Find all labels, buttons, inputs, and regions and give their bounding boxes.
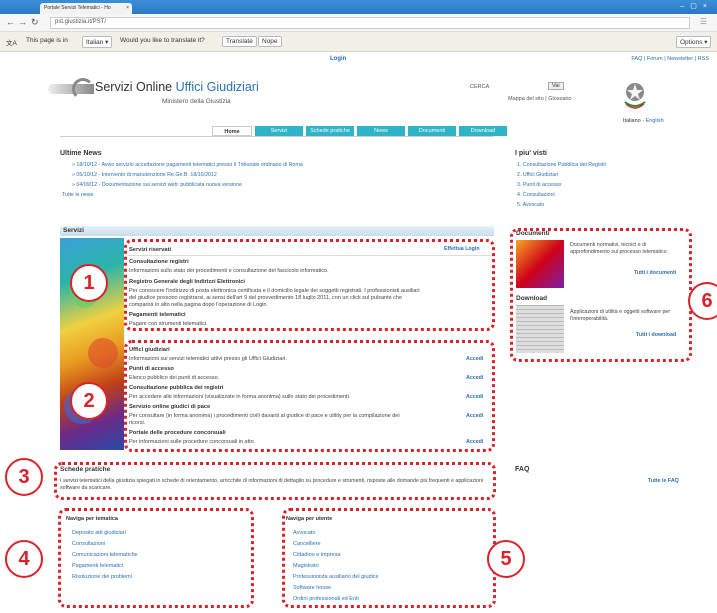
translate-bar: 文A This page is in Italian ▾ Would you l… xyxy=(0,32,717,52)
main-menu: Home Servizi Schede pratiche News Docume… xyxy=(212,126,510,136)
popular-title: I piu' visti xyxy=(515,150,548,157)
annotation-box-6 xyxy=(510,228,692,362)
translate-icon: 文A xyxy=(6,40,17,47)
popular-item[interactable]: 3. Punti di accesso xyxy=(517,182,561,188)
annotation-box-2 xyxy=(124,340,495,452)
annotation-box-3 xyxy=(54,462,496,500)
popular-item[interactable]: 2. Uffici Giudiziari xyxy=(517,172,558,178)
site-links[interactable]: Mappa del sito | Glossario xyxy=(508,96,572,102)
tab-title: Portale Servizi Telematici - Ho xyxy=(44,5,111,11)
lang-it[interactable]: Italiano xyxy=(623,118,641,124)
annotation-number-6: 6 xyxy=(688,282,717,320)
translate-prefix: This page is in xyxy=(26,37,68,44)
annotation-box-4 xyxy=(58,508,254,608)
logo-subtitle: Ministero della Giustizia xyxy=(162,98,231,105)
logo-highlight: Uffici Giudiziari xyxy=(175,80,259,94)
popular-item[interactable]: 4. Consultazioni xyxy=(517,192,555,198)
site-logo[interactable]: Servizi Online Uffici Giudiziari xyxy=(95,80,259,94)
news-item[interactable]: » 05/10/12 - Intervento di manutenzione … xyxy=(72,172,217,178)
top-links[interactable]: FAQ | Forum | Newsletter | RSS xyxy=(631,56,709,62)
search-label: CERCA xyxy=(470,84,490,90)
annotation-box-1 xyxy=(124,239,495,331)
translate-question: Would you like to translate it? xyxy=(120,37,205,44)
address-bar[interactable]: pst.giustizia.it/PST/ xyxy=(50,17,690,29)
translate-button[interactable]: Translate xyxy=(222,36,257,47)
browser-tab[interactable]: Portale Servizi Telematici - Ho × xyxy=(40,3,132,14)
browser-navbar: ← → ↻ pst.giustizia.it/PST/ ☰ xyxy=(0,14,717,32)
search-button[interactable]: Vai xyxy=(548,82,564,90)
back-icon[interactable]: ← xyxy=(6,17,15,27)
login-link[interactable]: Login xyxy=(330,56,346,62)
all-faq-link[interactable]: Tutte le FAQ xyxy=(648,478,679,484)
menu-icon[interactable]: ☰ xyxy=(700,17,707,26)
lang-en[interactable]: English xyxy=(646,118,664,124)
url-text: pst.giustizia.it/PST/ xyxy=(55,19,107,25)
language-select-label: Italian xyxy=(86,39,104,46)
menu-divider xyxy=(60,136,494,137)
news-item[interactable]: » 04/09/12 - Documentazione sui servizi … xyxy=(72,182,242,188)
close-tab-icon[interactable]: × xyxy=(126,5,129,11)
menu-download[interactable]: Download xyxy=(459,126,507,136)
annotation-number-5: 5 xyxy=(487,540,525,578)
browser-titlebar: Portale Servizi Telematici - Ho × –▢× xyxy=(0,0,717,14)
popular-item[interactable]: 1. Consultazione Pubblica dei Registri xyxy=(517,162,606,168)
annotation-number-4: 4 xyxy=(5,540,43,578)
servizi-header: Servizi xyxy=(60,226,494,236)
annotation-number-2: 2 xyxy=(70,382,108,420)
menu-home[interactable]: Home xyxy=(212,126,252,136)
news-item[interactable]: » 18/10/12 - Avvio servizio accettazione… xyxy=(72,162,303,168)
annotation-number-3: 3 xyxy=(5,458,43,496)
faq-title: FAQ xyxy=(515,466,530,473)
popular-item[interactable]: 5. Avvocato xyxy=(517,202,544,208)
menu-servizi[interactable]: Servizi xyxy=(255,126,303,136)
menu-news[interactable]: News xyxy=(357,126,405,136)
reload-icon[interactable]: ↻ xyxy=(31,17,39,28)
all-news-link[interactable]: Tutte le news xyxy=(62,192,93,198)
language-select[interactable]: Italian ▾ xyxy=(82,36,113,48)
forward-icon[interactable]: → xyxy=(18,17,27,27)
annotation-number-1: 1 xyxy=(70,264,108,302)
republic-emblem-icon xyxy=(624,83,646,109)
language-switch[interactable]: Italiano · English xyxy=(623,118,664,124)
logo-prefix: Servizi Online xyxy=(95,80,176,94)
logo-swoosh-icon xyxy=(72,78,94,100)
menu-documenti[interactable]: Documenti xyxy=(408,126,456,136)
options-button[interactable]: Options ▾ xyxy=(676,36,712,48)
options-button-label: Options xyxy=(680,39,703,46)
menu-schede[interactable]: Schede pratiche xyxy=(306,126,354,136)
window-controls[interactable]: –▢× xyxy=(680,2,713,10)
nope-button[interactable]: Nope xyxy=(258,36,282,47)
annotation-box-5 xyxy=(282,508,496,608)
news-title: Ultime News xyxy=(60,150,102,157)
